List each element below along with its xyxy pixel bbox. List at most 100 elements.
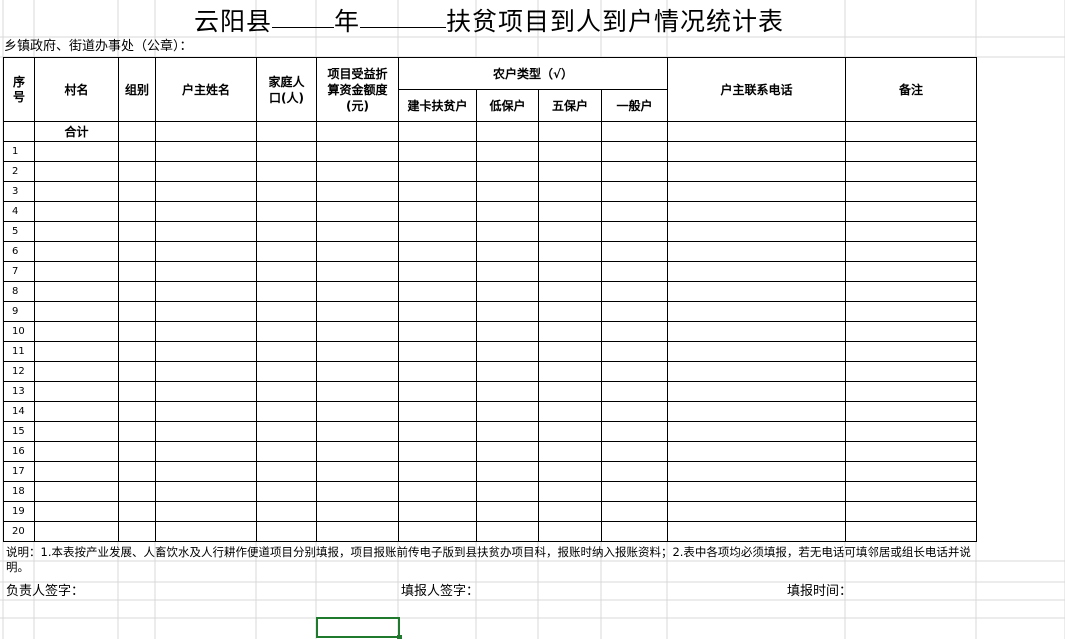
cell[interactable] — [538, 201, 602, 222]
cell[interactable] — [476, 441, 539, 462]
cell[interactable] — [601, 341, 668, 362]
cell[interactable] — [476, 121, 539, 142]
cell[interactable] — [155, 441, 257, 462]
cell[interactable] — [316, 281, 399, 302]
row-number[interactable]: 11 — [3, 341, 35, 362]
cell[interactable] — [398, 421, 477, 442]
cell[interactable] — [398, 241, 477, 262]
cell[interactable] — [256, 361, 317, 382]
cell[interactable] — [601, 481, 668, 502]
row-number[interactable]: 4 — [3, 201, 35, 222]
cell[interactable] — [601, 201, 668, 222]
row-number[interactable]: 7 — [3, 261, 35, 282]
cell[interactable] — [256, 241, 317, 262]
cell[interactable] — [667, 481, 846, 502]
cell[interactable] — [256, 221, 317, 242]
cell[interactable] — [398, 361, 477, 382]
cell[interactable] — [155, 141, 257, 162]
cell[interactable] — [155, 421, 257, 442]
cell[interactable] — [845, 361, 977, 382]
cell[interactable] — [538, 501, 602, 522]
header-type-five[interactable]: 五保户 — [538, 89, 602, 122]
cell[interactable] — [398, 501, 477, 522]
header-type-general[interactable]: 一般户 — [601, 89, 668, 122]
cell[interactable] — [256, 161, 317, 182]
cell[interactable] — [845, 381, 977, 402]
cell[interactable] — [256, 341, 317, 362]
row-number[interactable]: 2 — [3, 161, 35, 182]
row-number[interactable]: 12 — [3, 361, 35, 382]
cell[interactable] — [667, 141, 846, 162]
cell[interactable] — [34, 161, 119, 182]
cell[interactable] — [601, 361, 668, 382]
cell[interactable] — [476, 361, 539, 382]
cell[interactable] — [398, 381, 477, 402]
cell[interactable] — [34, 381, 119, 402]
cell[interactable] — [538, 341, 602, 362]
cell[interactable] — [118, 141, 156, 162]
cell[interactable] — [398, 121, 477, 142]
cell[interactable] — [118, 181, 156, 202]
cell[interactable] — [601, 141, 668, 162]
cell[interactable] — [34, 481, 119, 502]
cell[interactable] — [316, 341, 399, 362]
cell[interactable] — [538, 181, 602, 202]
cell[interactable] — [845, 281, 977, 302]
cell[interactable] — [398, 301, 477, 322]
cell[interactable] — [476, 401, 539, 422]
cell[interactable] — [667, 441, 846, 462]
cell[interactable] — [845, 301, 977, 322]
cell[interactable] — [476, 301, 539, 322]
cell[interactable] — [476, 521, 539, 542]
cell[interactable] — [316, 141, 399, 162]
cell[interactable] — [316, 521, 399, 542]
cell[interactable] — [34, 221, 119, 242]
cell[interactable] — [256, 481, 317, 502]
cell[interactable] — [398, 181, 477, 202]
cell[interactable] — [34, 401, 119, 422]
header-seq[interactable]: 序号 — [3, 57, 35, 122]
cell[interactable] — [476, 141, 539, 162]
cell[interactable] — [845, 161, 977, 182]
cell[interactable] — [256, 461, 317, 482]
header-householder[interactable]: 户主姓名 — [155, 57, 257, 122]
cell[interactable] — [118, 421, 156, 442]
cell[interactable] — [155, 321, 257, 342]
cell[interactable] — [538, 241, 602, 262]
cell[interactable] — [34, 521, 119, 542]
cell[interactable] — [34, 141, 119, 162]
cell[interactable] — [398, 441, 477, 462]
row-number[interactable]: 17 — [3, 461, 35, 482]
cell[interactable] — [316, 361, 399, 382]
cell[interactable] — [667, 381, 846, 402]
cell[interactable] — [398, 141, 477, 162]
row-number[interactable]: 10 — [3, 321, 35, 342]
cell[interactable] — [538, 441, 602, 462]
cell[interactable] — [256, 321, 317, 342]
cell[interactable] — [845, 121, 977, 142]
cell[interactable] — [155, 341, 257, 362]
cell[interactable] — [601, 421, 668, 442]
cell[interactable] — [316, 401, 399, 422]
header-type-card[interactable]: 建卡扶贫户 — [398, 89, 477, 122]
cell[interactable] — [476, 321, 539, 342]
cell[interactable] — [601, 221, 668, 242]
cell[interactable] — [538, 161, 602, 182]
cell[interactable] — [256, 181, 317, 202]
cell[interactable] — [256, 501, 317, 522]
cell[interactable] — [34, 441, 119, 462]
cell[interactable] — [667, 461, 846, 482]
cell[interactable] — [845, 201, 977, 222]
cell[interactable] — [845, 461, 977, 482]
cell[interactable] — [476, 161, 539, 182]
cell[interactable] — [316, 221, 399, 242]
cell[interactable] — [538, 221, 602, 242]
cell[interactable] — [316, 121, 399, 142]
cell[interactable] — [118, 241, 156, 262]
cell[interactable] — [118, 281, 156, 302]
cell[interactable] — [845, 341, 977, 362]
cell[interactable] — [118, 321, 156, 342]
cell[interactable] — [316, 181, 399, 202]
cell[interactable] — [601, 161, 668, 182]
cell[interactable] — [601, 121, 668, 142]
